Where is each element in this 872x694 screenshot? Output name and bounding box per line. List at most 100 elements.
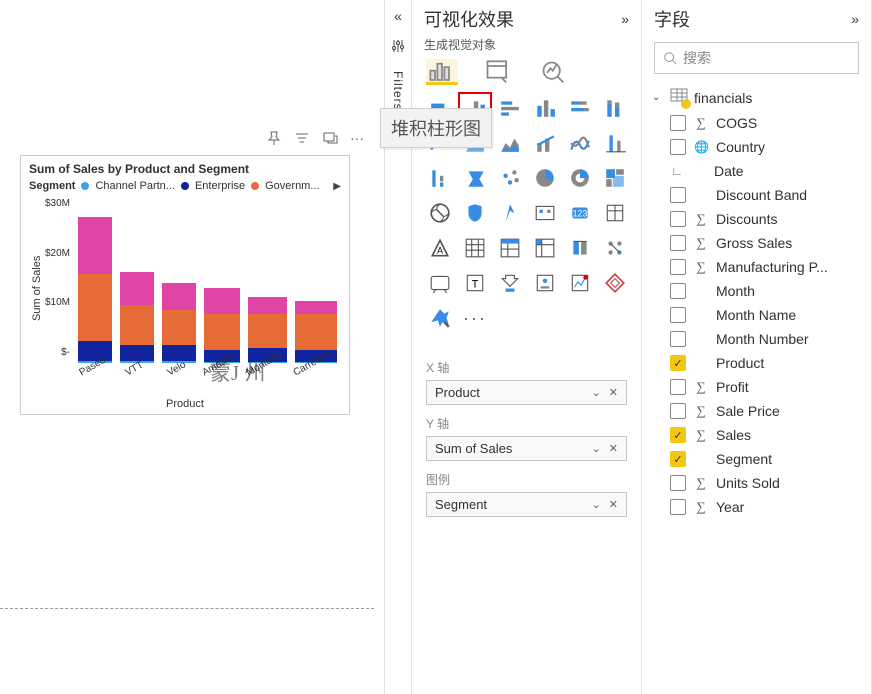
viz-type-29[interactable] (601, 235, 629, 261)
filter-icon[interactable] (294, 130, 310, 149)
checkbox[interactable] (670, 115, 686, 131)
viz-type-24[interactable]: A (426, 235, 454, 261)
checkbox[interactable] (670, 307, 686, 323)
collapse-fields-icon[interactable]: » (851, 11, 859, 27)
checkbox[interactable] (670, 331, 686, 347)
format-visual-tab[interactable] (484, 59, 512, 83)
checkbox[interactable]: ✓ (670, 355, 686, 371)
field-units-sold[interactable]: ∑Units Sold (648, 471, 865, 495)
y-axis-field-well[interactable]: Sum of Sales ⌄✕ (426, 436, 627, 461)
sigma-icon: ∑ (694, 379, 708, 395)
field-profit[interactable]: ∑Profit (648, 375, 865, 399)
field-date[interactable]: ∟Date (648, 159, 865, 183)
fields-search-input[interactable]: 搜索 (654, 42, 859, 74)
sigma-icon: ∑ (694, 427, 708, 443)
checkbox[interactable] (670, 283, 686, 299)
field-remove-icon[interactable]: ✕ (609, 498, 618, 511)
viz-type-27[interactable] (531, 235, 559, 261)
field-manufacturing-p---[interactable]: ∑Manufacturing P... (648, 255, 865, 279)
viz-type-22[interactable]: 123 (566, 200, 594, 226)
viz-type-25[interactable] (461, 235, 489, 261)
checkbox[interactable] (670, 499, 686, 515)
viz-type-17[interactable] (601, 165, 629, 191)
field-gross-sales[interactable]: ∑Gross Sales (648, 231, 865, 255)
viz-type-13[interactable] (461, 165, 489, 191)
field-remove-icon[interactable]: ✕ (609, 386, 618, 399)
field-sales[interactable]: ✓∑Sales (648, 423, 865, 447)
viz-type-18[interactable] (426, 200, 454, 226)
pin-icon[interactable] (266, 130, 282, 149)
x-axis-field-well[interactable]: Product ⌄✕ (426, 380, 627, 405)
sigma-icon: ∑ (694, 259, 708, 275)
field-dropdown-icon[interactable]: ⌄ (592, 498, 601, 511)
svg-text:T: T (472, 278, 479, 290)
field-sale-price[interactable]: ∑Sale Price (648, 399, 865, 423)
viz-type-14[interactable] (496, 165, 524, 191)
viz-type-more[interactable]: ··· (461, 305, 489, 331)
viz-type-21[interactable] (531, 200, 559, 226)
viz-type-8[interactable] (496, 130, 524, 156)
table-financials[interactable]: ⌄ financials (648, 84, 865, 111)
viz-type-31[interactable]: T (461, 270, 489, 296)
viz-type-16[interactable] (566, 165, 594, 191)
viz-type-32[interactable] (496, 270, 524, 296)
field-dropdown-icon[interactable]: ⌄ (592, 386, 601, 399)
field-product[interactable]: ✓Product (648, 351, 865, 375)
checkbox[interactable] (670, 475, 686, 491)
field-segment[interactable]: ✓Segment (648, 447, 865, 471)
viz-type-2[interactable] (496, 95, 524, 121)
viz-type-35[interactable] (601, 270, 629, 296)
legend-scroll-right-icon[interactable]: ▶ (333, 181, 341, 192)
more-options-icon[interactable]: ··· (350, 130, 364, 149)
viz-type-23[interactable] (601, 200, 629, 226)
checkbox[interactable] (670, 259, 686, 275)
chart-visual[interactable]: Sum of Sales by Product and Segment Segm… (20, 155, 350, 415)
build-visual-tab[interactable] (428, 59, 456, 83)
viz-type-3[interactable] (531, 95, 559, 121)
viz-type-26[interactable] (496, 235, 524, 261)
legend-field-well[interactable]: Segment ⌄✕ (426, 492, 627, 517)
field-dropdown-icon[interactable]: ⌄ (592, 442, 601, 455)
viz-type-9[interactable] (531, 130, 559, 156)
sigma-icon: ∑ (694, 475, 708, 491)
viz-type-20[interactable] (496, 200, 524, 226)
viz-type-30[interactable] (426, 270, 454, 296)
collapse-visualizations-icon[interactable]: » (621, 11, 629, 27)
analytics-tab[interactable] (540, 59, 568, 83)
svg-text:123: 123 (573, 208, 588, 218)
checkbox[interactable] (670, 187, 686, 203)
viz-type-19[interactable] (461, 200, 489, 226)
field-cogs[interactable]: ∑COGS (648, 111, 865, 135)
viz-type-11[interactable] (601, 130, 629, 156)
checkbox[interactable] (670, 403, 686, 419)
field-discount-band[interactable]: Discount Band (648, 183, 865, 207)
filters-icon[interactable] (390, 38, 406, 57)
viz-type-34[interactable] (566, 270, 594, 296)
field-month[interactable]: Month (648, 279, 865, 303)
field-month-number[interactable]: Month Number (648, 327, 865, 351)
viz-type-5[interactable] (601, 95, 629, 121)
field-country[interactable]: 🌐Country (648, 135, 865, 159)
checkbox[interactable] (670, 379, 686, 395)
viz-type-4[interactable] (566, 95, 594, 121)
viz-type-15[interactable] (531, 165, 559, 191)
field-month-name[interactable]: Month Name (648, 303, 865, 327)
viz-type-33[interactable] (531, 270, 559, 296)
field-discounts[interactable]: ∑Discounts (648, 207, 865, 231)
viz-type-12[interactable] (426, 165, 454, 191)
caret-down-icon[interactable]: ⌄ (652, 92, 664, 103)
viz-type-10[interactable] (566, 130, 594, 156)
field-remove-icon[interactable]: ✕ (609, 442, 618, 455)
field-year[interactable]: ∑Year (648, 495, 865, 519)
checkbox[interactable] (670, 211, 686, 227)
report-canvas[interactable]: ··· Sum of Sales by Product and Segment … (0, 0, 384, 694)
expand-filters-icon[interactable]: « (394, 8, 402, 24)
checkbox[interactable]: ✓ (670, 427, 686, 443)
viz-type-28[interactable] (566, 235, 594, 261)
filters-pane-collapsed[interactable]: « Filters (384, 0, 412, 694)
checkbox[interactable]: ✓ (670, 451, 686, 467)
viz-type-36[interactable] (426, 305, 454, 331)
checkbox[interactable] (670, 139, 686, 155)
focus-mode-icon[interactable] (322, 130, 338, 149)
checkbox[interactable] (670, 235, 686, 251)
